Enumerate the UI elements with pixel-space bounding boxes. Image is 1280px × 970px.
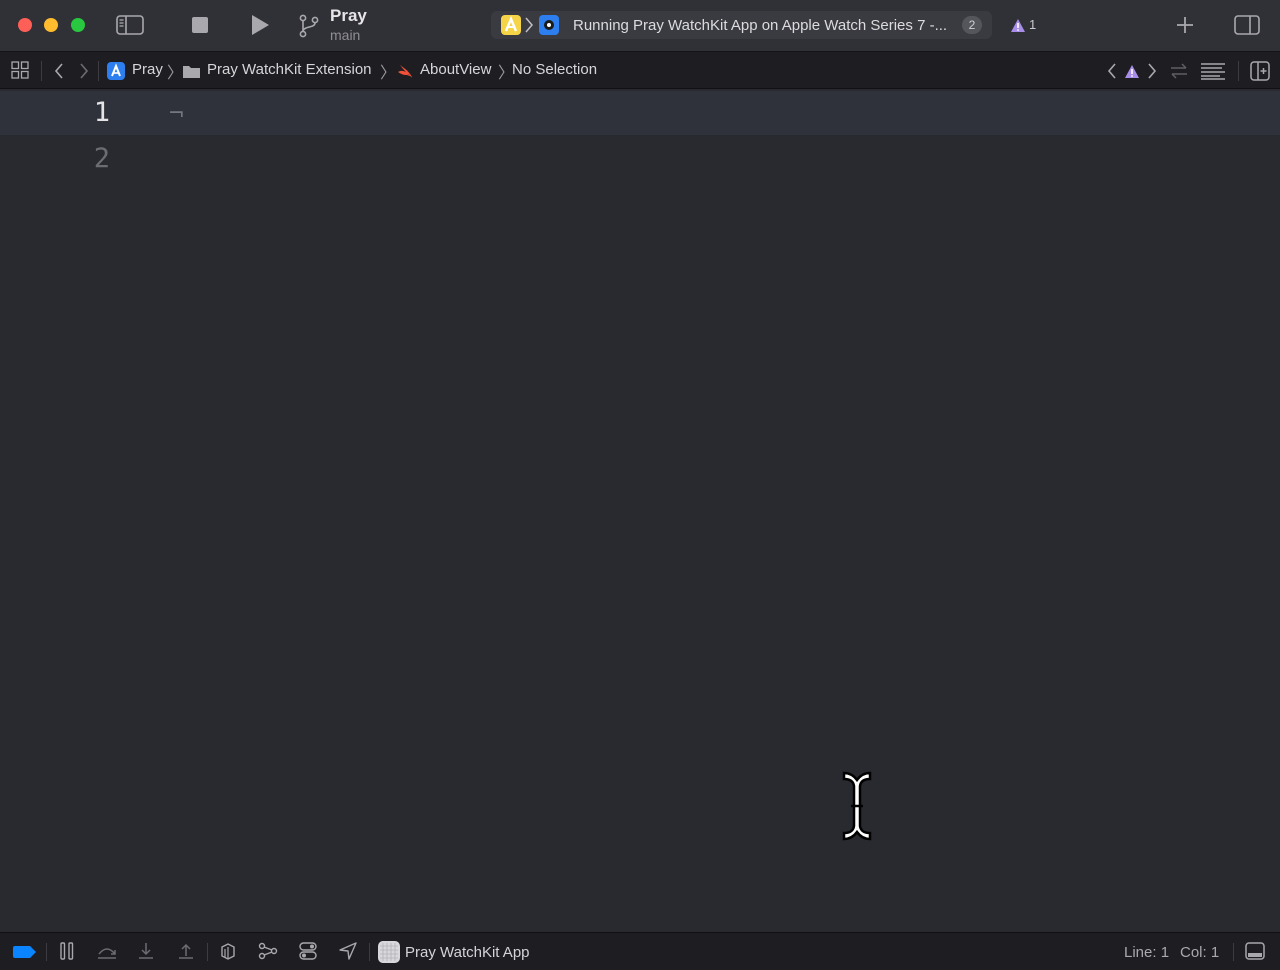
folder-icon	[181, 62, 201, 80]
inspector-toggle-icon[interactable]	[1233, 13, 1261, 37]
previous-issue-icon[interactable]	[1105, 61, 1119, 81]
divider	[207, 943, 208, 961]
app-project-icon	[106, 61, 126, 81]
breadcrumb-file[interactable]: AboutView	[420, 61, 491, 78]
simulator-icon	[538, 14, 560, 36]
pause-icon[interactable]	[59, 942, 75, 960]
invisible-char-marker: ¬	[168, 101, 185, 125]
line-number: 2	[93, 143, 110, 174]
xcode-app-icon	[500, 14, 522, 36]
breadcrumb-separator: 〉	[380, 65, 397, 82]
back-icon[interactable]	[52, 61, 66, 81]
issues-badge[interactable]: 2	[962, 16, 982, 34]
related-items-icon[interactable]	[10, 60, 30, 80]
breakpoints-toggle-icon[interactable]	[13, 945, 37, 959]
line-indicator: Line: 1	[1124, 944, 1170, 961]
divider	[1233, 943, 1234, 961]
next-issue-icon[interactable]	[1145, 61, 1159, 81]
column-indicator: Col: 1	[1180, 944, 1220, 961]
minimize-button[interactable]	[44, 18, 58, 32]
plus-icon[interactable]	[1174, 14, 1196, 36]
divider	[369, 943, 370, 961]
editor-options-icon[interactable]	[1199, 61, 1227, 81]
warning-icon[interactable]	[1009, 16, 1027, 34]
activity-viewer[interactable]: Running Pray WatchKit App on Apple Watch…	[491, 11, 992, 39]
related-changes-icon[interactable]	[1168, 61, 1190, 81]
issue-warning-icon[interactable]	[1123, 62, 1141, 80]
close-button[interactable]	[18, 18, 32, 32]
toolbar: Pray main Running Pray WatchKit App on A…	[0, 0, 1280, 52]
breadcrumb-group[interactable]: Pray WatchKit Extension	[207, 61, 372, 78]
step-out-icon[interactable]	[177, 942, 195, 960]
activity-status: Running Pray WatchKit App on Apple Watch…	[573, 17, 948, 34]
current-line-highlight	[0, 91, 1280, 135]
divider	[41, 61, 42, 81]
stop-icon[interactable]	[190, 15, 210, 35]
ibeam-cursor-icon	[838, 770, 876, 847]
scheme-name[interactable]: Pray	[330, 6, 367, 26]
memory-graph-icon[interactable]	[258, 942, 278, 960]
sidebar-toggle-icon[interactable]	[115, 13, 145, 37]
chevron-right-icon	[524, 15, 534, 35]
branch-icon[interactable]	[297, 13, 321, 39]
step-into-icon[interactable]	[137, 942, 155, 960]
divider	[46, 943, 47, 961]
scheme-branch: main	[330, 27, 361, 43]
breadcrumb-symbol[interactable]: No Selection	[512, 61, 597, 78]
swift-file-icon	[395, 61, 415, 81]
simulate-location-icon[interactable]	[339, 942, 357, 960]
step-over-icon[interactable]	[96, 942, 118, 960]
warning-count[interactable]: 1	[1029, 17, 1036, 32]
view-hierarchy-icon[interactable]	[219, 942, 237, 960]
divider	[1238, 61, 1239, 81]
process-target[interactable]: Pray WatchKit App	[405, 944, 530, 961]
split-editor-icon[interactable]	[1249, 60, 1271, 82]
breadcrumb-project[interactable]: Pray	[132, 61, 163, 78]
zoom-button[interactable]	[71, 18, 85, 32]
divider	[98, 61, 99, 81]
debug-bar: Pray WatchKit App Line: 1 Col: 1	[0, 932, 1280, 970]
debug-area-toggle-icon[interactable]	[1245, 942, 1265, 960]
source-editor[interactable]: 1 2 ¬	[0, 89, 1280, 932]
line-number: 1	[93, 97, 110, 128]
environment-overrides-icon[interactable]	[299, 942, 317, 960]
run-icon[interactable]	[248, 13, 272, 37]
watch-app-icon	[378, 941, 400, 963]
forward-icon[interactable]	[77, 61, 91, 81]
jump-bar: Pray 〉 Pray WatchKit Extension 〉 AboutVi…	[0, 52, 1280, 89]
